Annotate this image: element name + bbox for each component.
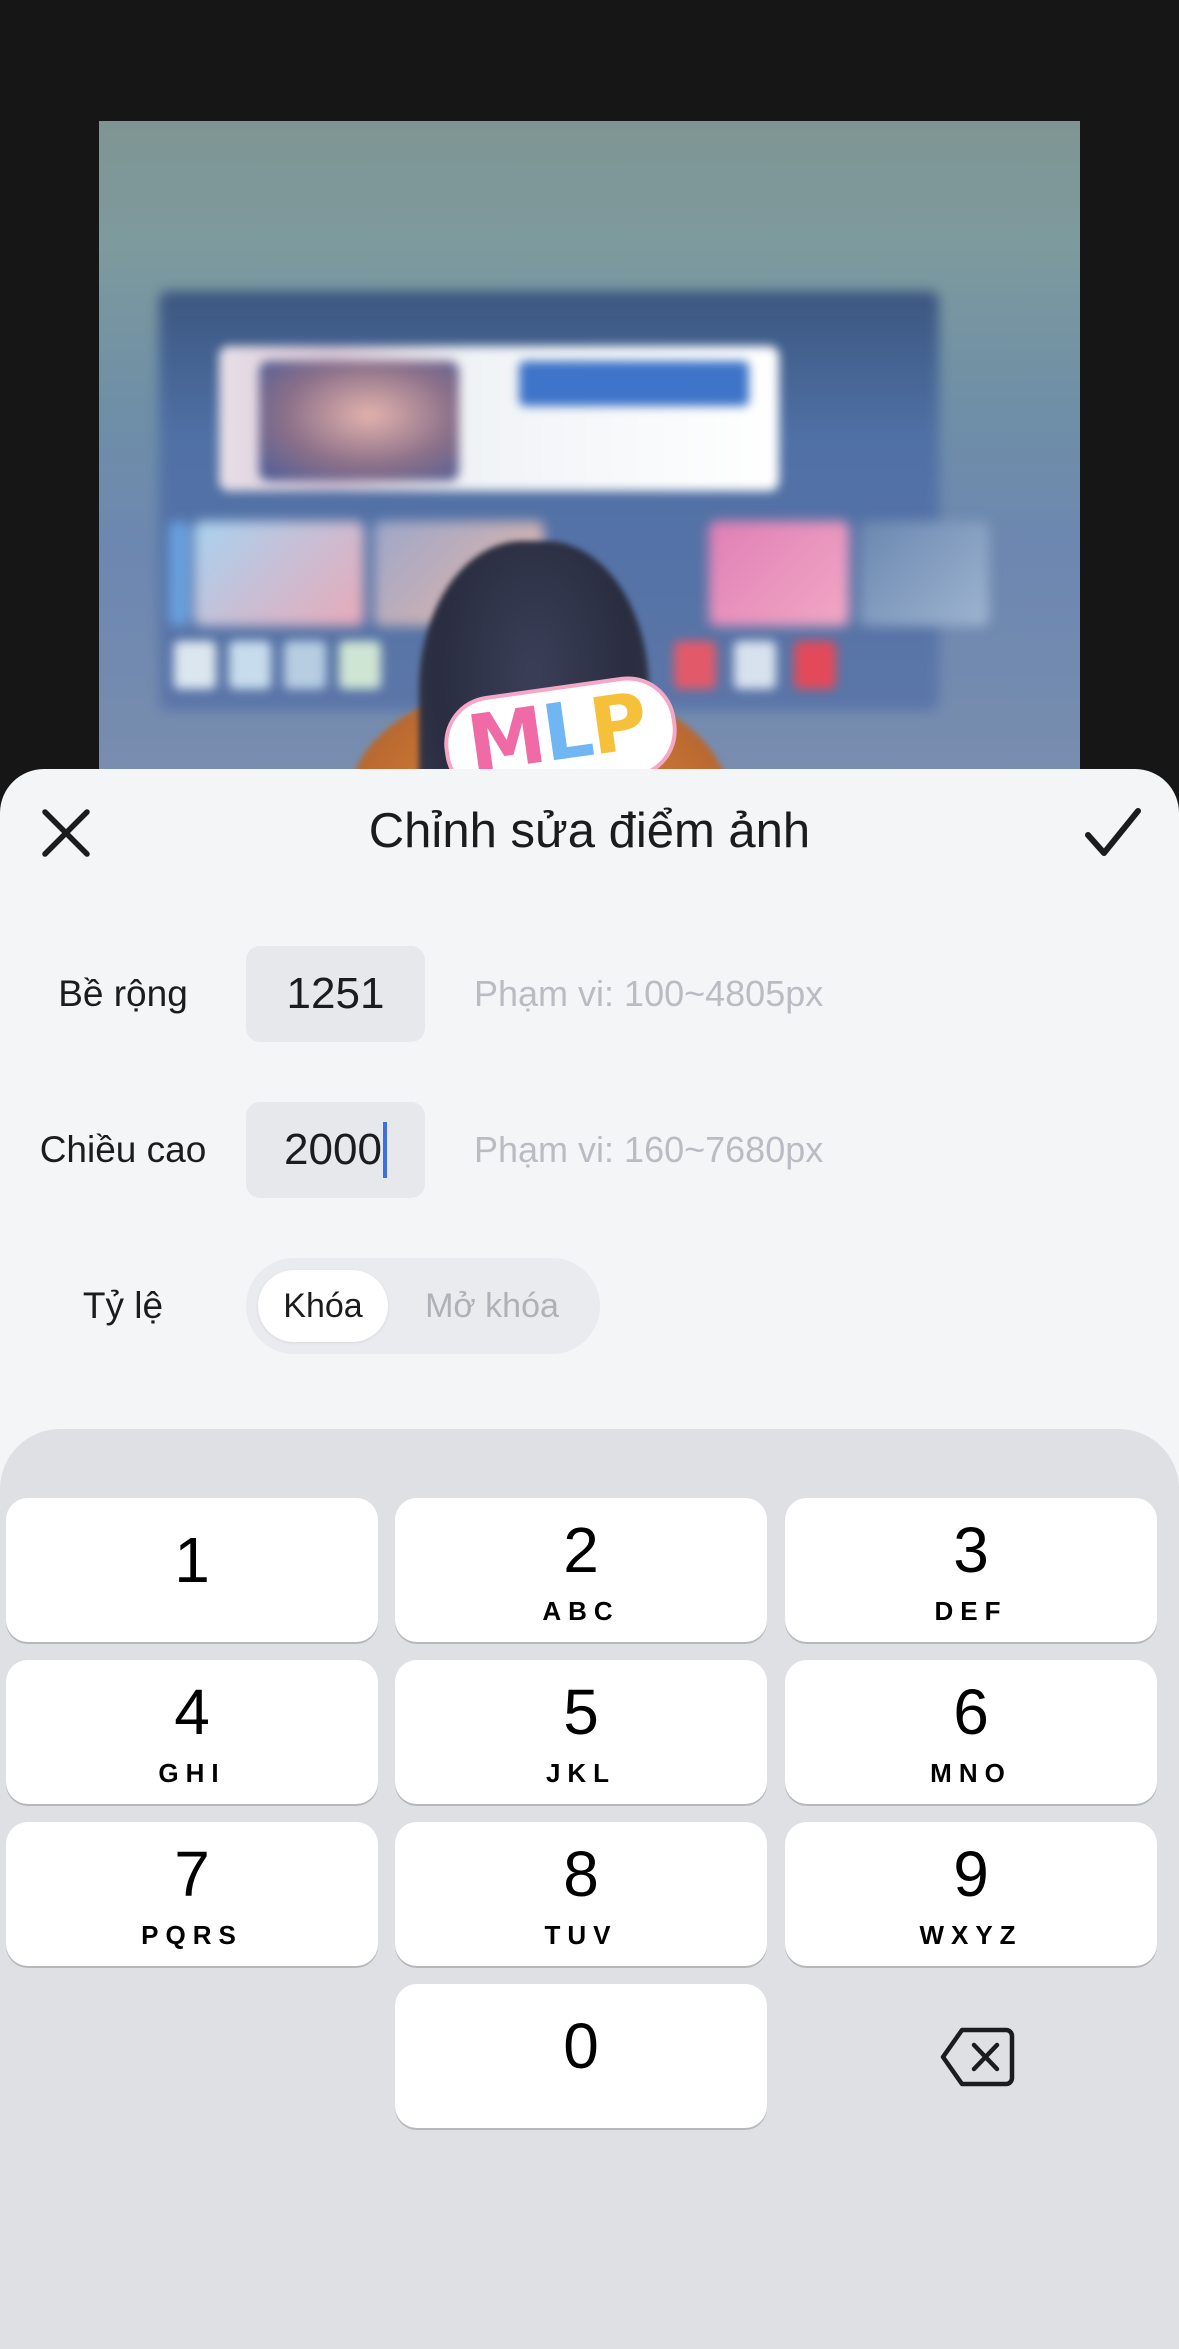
width-row: Bề rộng 1251 Phạm vi: 100~4805px (0, 946, 1179, 1042)
backspace-icon (940, 2027, 1015, 2087)
key-9[interactable]: 9 WXYZ (785, 1822, 1157, 1966)
height-input[interactable]: 2000 (246, 1102, 425, 1198)
screen: MLP Chỉnh sửa điểm ảnh Bề rộng 1251 Phạm… (0, 0, 1179, 2349)
key-3[interactable]: 3 DEF (785, 1498, 1157, 1642)
confirm-button[interactable] (1075, 795, 1151, 871)
sheet-title: Chỉnh sửa điểm ảnh (368, 804, 811, 858)
ratio-row: Tỷ lệ Khóa Mở khóa (0, 1258, 1179, 1354)
key-0[interactable]: 0 (395, 1984, 767, 2128)
photo-preview: MLP (99, 121, 1080, 821)
backspace-button[interactable] (918, 2012, 1038, 2102)
width-label: Bề rộng (58, 973, 188, 1014)
height-label: Chiều cao (39, 1129, 207, 1170)
numeric-keypad: 1 2 ABC 3 DEF 4 GHI 5 JKL 6 MNO 7 PQRS 8… (0, 1429, 1179, 2349)
key-8[interactable]: 8 TUV (395, 1822, 767, 1966)
ratio-segmented-control: Khóa Mở khóa (246, 1258, 600, 1354)
width-input[interactable]: 1251 (246, 946, 425, 1042)
checkmark-icon (1085, 808, 1141, 856)
ratio-label: Tỷ lệ (82, 1285, 164, 1326)
key-2[interactable]: 2 ABC (395, 1498, 767, 1642)
width-value: 1251 (286, 969, 385, 1018)
sheet-header: Chỉnh sửa điểm ảnh (0, 769, 1179, 899)
key-1[interactable]: 1 (6, 1498, 378, 1642)
ratio-lock-option[interactable]: Khóa (258, 1270, 388, 1342)
height-range-hint: Phạm vi: 160~7680px (474, 1129, 824, 1170)
key-5[interactable]: 5 JKL (395, 1660, 767, 1804)
width-range-hint: Phạm vi: 100~4805px (474, 973, 824, 1014)
height-row: Chiều cao 2000 Phạm vi: 160~7680px (0, 1102, 1179, 1198)
key-4[interactable]: 4 GHI (6, 1660, 378, 1804)
key-6[interactable]: 6 MNO (785, 1660, 1157, 1804)
photo-banner (219, 346, 779, 491)
height-value: 2000 (284, 1125, 382, 1174)
ratio-unlock-option[interactable]: Mở khóa (396, 1270, 588, 1342)
key-7[interactable]: 7 PQRS (6, 1822, 378, 1966)
text-caret (382, 1122, 387, 1178)
